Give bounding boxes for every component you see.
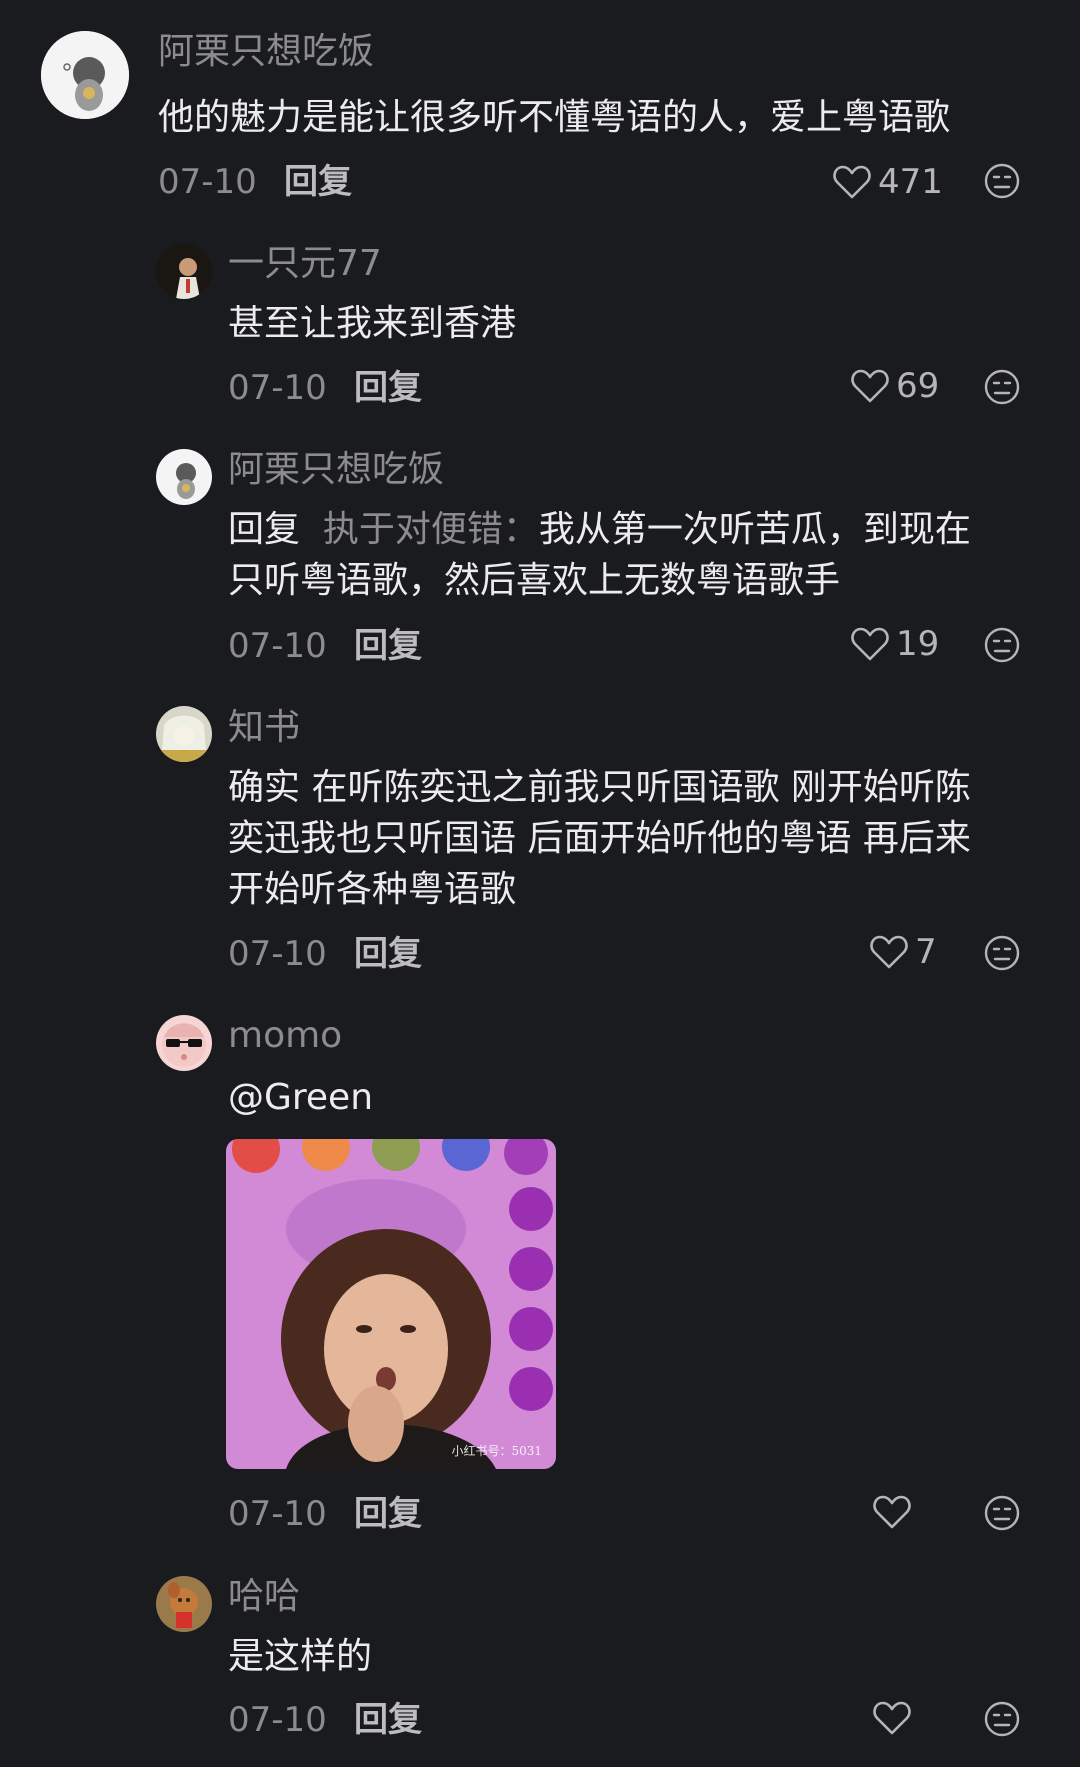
comment-username[interactable]: momo xyxy=(228,1014,342,1058)
like-count: 69 xyxy=(896,366,940,406)
comment-image[interactable]: 小红书号：5031 xyxy=(226,1139,556,1469)
heart-outline-icon xyxy=(873,1495,911,1529)
comment-date: 07-10 xyxy=(228,626,327,666)
emoji-face-icon[interactable] xyxy=(983,626,1021,664)
like-button[interactable]: 69 xyxy=(850,364,939,408)
comment-text-line: 确实 在听陈奕迅之前我只听国语歌 刚开始听陈 xyxy=(228,767,971,808)
like-button[interactable]: 471 xyxy=(832,160,943,204)
emoji-face-icon[interactable] xyxy=(983,1700,1021,1738)
comment-text: 甚至让我来到香港 xyxy=(228,303,517,344)
comment-text: 他的魅力是能让很多听不懂粤语的人，爱上粤语歌 xyxy=(158,97,951,138)
image-watermark: 小红书号：5031 xyxy=(451,1444,542,1458)
heart-outline-icon xyxy=(873,1701,911,1735)
comment-date: 07-10 xyxy=(228,1700,327,1740)
comment-text-line: 奕迅我也只听国语 后面开始听他的粤语 再后来 xyxy=(228,818,971,859)
like-button[interactable] xyxy=(872,1490,918,1534)
reply-button[interactable]: 回复 xyxy=(354,1492,422,1536)
comment-date: 07-10 xyxy=(228,368,327,408)
comment-text-line: 只听粤语歌，然后喜欢上无数粤语歌手 xyxy=(228,560,841,601)
comment-date: 07-10 xyxy=(228,934,327,974)
emoji-face-icon[interactable] xyxy=(983,368,1021,406)
comment-username[interactable]: 知书 xyxy=(228,706,300,750)
comment-username[interactable]: 阿栗只想吃饭 xyxy=(158,30,374,74)
emoji-face-icon[interactable] xyxy=(983,162,1021,200)
like-button[interactable] xyxy=(872,1696,918,1740)
comment-username[interactable]: 阿栗只想吃饭 xyxy=(228,448,444,492)
comment-text[interactable]: @Green xyxy=(228,1072,373,1123)
comment-text-line: 我从第一次听苦瓜，到现在 xyxy=(538,509,971,550)
like-count: 19 xyxy=(896,624,940,664)
avatar[interactable] xyxy=(156,1015,212,1071)
reply-prefix: 回复 xyxy=(228,509,301,550)
like-button[interactable]: 19 xyxy=(850,622,939,666)
comment-text-line: 开始听各种粤语歌 xyxy=(228,869,517,910)
like-button[interactable]: 7 xyxy=(869,930,937,974)
comment-text: 回复 执于对便错：我从第一次听苦瓜，到现在 xyxy=(228,504,971,555)
avatar[interactable] xyxy=(156,706,212,762)
like-count: 7 xyxy=(915,932,937,972)
reply-button[interactable]: 回复 xyxy=(354,366,422,410)
like-count: 471 xyxy=(878,162,943,202)
avatar[interactable] xyxy=(156,1576,212,1632)
reply-button[interactable]: 回复 xyxy=(354,624,422,668)
heart-outline-icon xyxy=(851,369,889,403)
reply-target-user[interactable]: 执于对便错： xyxy=(323,509,539,550)
heart-outline-icon xyxy=(870,935,908,969)
comment-text: 是这样的 xyxy=(228,1636,373,1677)
reply-button[interactable]: 回复 xyxy=(354,932,422,976)
comment-date: 07-10 xyxy=(158,162,257,202)
comment-username[interactable]: 哈哈 xyxy=(228,1575,300,1619)
heart-outline-icon xyxy=(851,627,889,661)
emoji-face-icon[interactable] xyxy=(983,934,1021,972)
heart-outline-icon xyxy=(833,165,871,199)
avatar[interactable] xyxy=(41,31,129,119)
emoji-face-icon[interactable] xyxy=(983,1494,1021,1532)
reply-button[interactable]: 回复 xyxy=(284,160,352,204)
reply-button[interactable]: 回复 xyxy=(354,1698,422,1742)
comment-date: 07-10 xyxy=(228,1494,327,1534)
comment-username[interactable]: 一只元77 xyxy=(228,242,382,286)
avatar[interactable] xyxy=(156,449,212,505)
avatar[interactable] xyxy=(156,243,212,299)
